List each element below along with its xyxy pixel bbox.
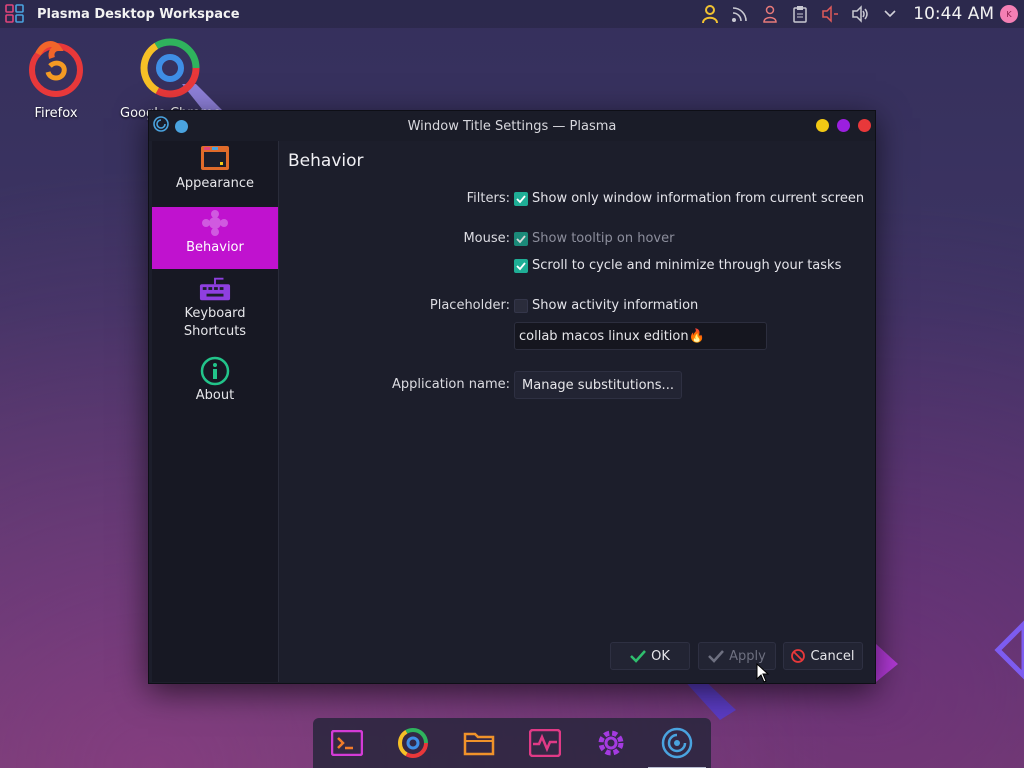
page-title: Behavior	[288, 151, 364, 171]
maximize-button[interactable]	[837, 119, 850, 132]
sidebar-item-keyboard-shortcuts[interactable]: Keyboard Shortcuts	[152, 273, 278, 351]
placeholder-text-field[interactable]: collab macos linux edition🔥	[514, 322, 767, 350]
mouse-cursor-icon	[756, 662, 770, 687]
user-avatar[interactable]: K	[1000, 5, 1018, 23]
checkbox-unchecked-icon[interactable]	[514, 298, 528, 313]
cancel-button[interactable]: Cancel	[783, 642, 863, 670]
sidebar-item-label: Keyboard Shortcuts	[183, 306, 247, 339]
sidebar-item-appearance[interactable]: Appearance	[152, 143, 278, 203]
wallpaper-shape	[876, 644, 900, 684]
plasma-settings-icon[interactable]	[648, 726, 706, 768]
mouse-label: Mouse:	[463, 231, 510, 246]
cancel-icon	[791, 649, 806, 663]
volume-icon[interactable]	[845, 0, 875, 28]
taskbar-dock	[313, 718, 711, 768]
chrome-icon[interactable]	[396, 726, 430, 760]
clipboard-icon[interactable]	[785, 0, 815, 28]
top-panel: Plasma Desktop Workspace 10:44 AM K	[0, 0, 1024, 28]
mute-icon[interactable]	[815, 0, 845, 28]
settings-sidebar: Appearance Behavior Keyboard Shortcuts A…	[152, 141, 279, 682]
plasma-logo-icon[interactable]	[153, 116, 169, 136]
scroll-cycle-checkbox[interactable]: Scroll to cycle and minimize through you…	[514, 258, 841, 273]
minimize-button[interactable]	[816, 119, 829, 132]
behavior-icon	[199, 207, 231, 239]
placeholder-label: Placeholder:	[429, 298, 510, 313]
chrome-icon	[138, 36, 202, 100]
firefox-icon	[24, 36, 88, 100]
avatar-letter: K	[1006, 9, 1012, 19]
info-icon	[199, 355, 231, 387]
system-monitor-icon[interactable]	[528, 726, 562, 760]
desktop-icon-firefox[interactable]: Firefox	[6, 36, 106, 121]
filters-current-screen-checkbox[interactable]: Show only window information from curren…	[514, 191, 864, 206]
user-icon[interactable]	[695, 0, 725, 28]
checkbox-checked-icon[interactable]	[514, 231, 528, 246]
settings-window: Window Title Settings — Plasma Appearanc…	[148, 110, 876, 684]
sidebar-item-label: Appearance	[175, 176, 255, 191]
filters-label: Filters:	[466, 191, 510, 206]
active-window-title: Plasma Desktop Workspace	[37, 6, 240, 22]
sidebar-item-about[interactable]: About	[152, 355, 278, 417]
wallpaper-shape	[994, 620, 1024, 680]
keep-above-icon[interactable]	[175, 119, 188, 133]
checkbox-checked-icon[interactable]	[514, 191, 528, 206]
cancel-button-label: Cancel	[810, 648, 855, 664]
desktop-icon-chrome[interactable]: Google Chrome	[120, 36, 221, 121]
window-title: Window Title Settings — Plasma	[407, 118, 617, 134]
system-tray: 10:44 AM K	[695, 0, 1024, 28]
desktop-icon-label: Firefox	[34, 106, 78, 121]
keyboard-icon	[199, 273, 231, 305]
window-titlebar[interactable]: Window Title Settings — Plasma	[149, 111, 875, 141]
checkmark-icon	[708, 650, 725, 663]
ok-button[interactable]: OK	[610, 642, 690, 670]
sidebar-item-behavior[interactable]: Behavior	[152, 207, 278, 269]
folder-icon[interactable]	[462, 726, 496, 760]
rss-icon[interactable]	[725, 0, 755, 28]
checkbox-label: Show activity information	[532, 298, 699, 313]
checkbox-label: Show only window information from curren…	[532, 191, 865, 206]
checkmark-icon	[630, 650, 647, 663]
checkbox-label: Show tooltip on hover	[532, 231, 675, 246]
ok-button-label: OK	[651, 648, 670, 664]
checkbox-label: Scroll to cycle and minimize through you…	[532, 258, 842, 273]
clock[interactable]: 10:44 AM	[913, 4, 994, 24]
tooltip-on-hover-checkbox[interactable]: Show tooltip on hover	[514, 231, 674, 246]
checkbox-checked-icon[interactable]	[514, 258, 528, 273]
settings-icon[interactable]	[594, 726, 628, 760]
settings-content: Behavior Filters: Show only window infor…	[280, 141, 874, 683]
close-button[interactable]	[858, 119, 871, 132]
application-name-label: Application name:	[391, 377, 510, 392]
application-menu-icon[interactable]	[3, 2, 27, 26]
sidebar-item-label: Behavior	[186, 240, 244, 255]
terminal-icon[interactable]	[330, 726, 364, 760]
appearance-icon	[199, 143, 231, 175]
apply-button-label: Apply	[729, 648, 766, 664]
manage-substitutions-button[interactable]: Manage substitutions...	[514, 371, 682, 399]
sidebar-item-label: About	[195, 388, 235, 403]
show-activity-checkbox[interactable]: Show activity information	[514, 298, 698, 313]
chevron-down-icon[interactable]	[875, 0, 905, 28]
person-icon[interactable]	[755, 0, 785, 28]
